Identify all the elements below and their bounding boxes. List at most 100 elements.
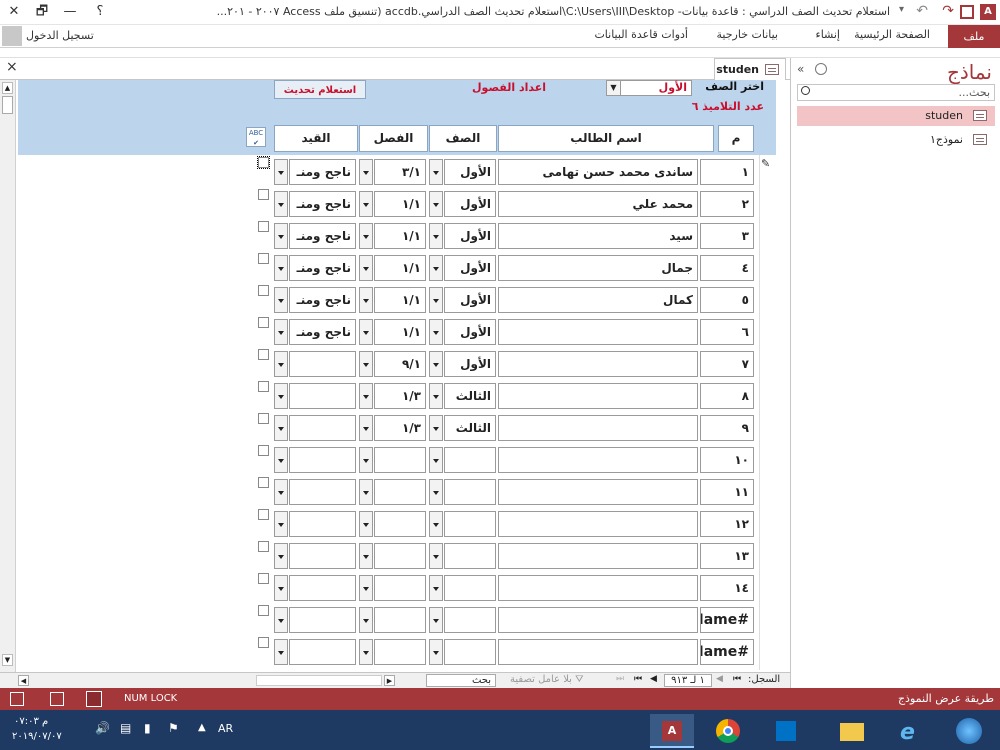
help-button[interactable]: ؟	[90, 3, 110, 21]
tab-external-data[interactable]: بيانات خارجية	[717, 28, 778, 41]
grade-combo[interactable]: الأول	[444, 319, 496, 345]
status-dropdown-icon[interactable]	[274, 575, 288, 601]
grade-dropdown-icon[interactable]	[429, 479, 443, 505]
pane-options-icon[interactable]	[815, 63, 827, 75]
grade-dropdown-icon[interactable]	[429, 575, 443, 601]
no-filter-indicator[interactable]: ⛛ بلا عامل تصفية	[510, 674, 584, 685]
section-dropdown-icon[interactable]	[359, 351, 373, 377]
input-language[interactable]: AR	[218, 722, 233, 735]
record-number-field[interactable]: ٦	[700, 319, 754, 345]
tab-database-tools[interactable]: أدوات قاعدة البيانات	[594, 28, 688, 41]
section-combo[interactable]: ١/١	[374, 191, 426, 217]
grade-dropdown-icon[interactable]	[429, 319, 443, 345]
grade-combo[interactable]: الأول	[444, 159, 496, 185]
student-name-field[interactable]	[498, 607, 698, 633]
row-checkbox[interactable]	[258, 253, 269, 264]
status-dropdown-icon[interactable]	[274, 639, 288, 665]
volume-icon[interactable]: 🔊	[95, 721, 110, 735]
status-dropdown-icon[interactable]	[274, 607, 288, 633]
nav-search-input[interactable]: بحث...	[797, 84, 995, 101]
grade-combo[interactable]: الأول	[444, 191, 496, 217]
tab-file[interactable]: ملف	[948, 25, 1000, 48]
status-dropdown-icon[interactable]	[274, 287, 288, 313]
grade-dropdown-icon[interactable]	[429, 415, 443, 441]
record-number-field[interactable]: ٣	[700, 223, 754, 249]
student-name-field[interactable]: ساندى محمد حسن تهامى	[498, 159, 698, 185]
section-combo[interactable]	[374, 511, 426, 537]
grade-combo[interactable]: الأول	[444, 287, 496, 313]
record-number-field[interactable]: ٨	[700, 383, 754, 409]
section-dropdown-icon[interactable]	[359, 223, 373, 249]
row-checkbox[interactable]	[258, 381, 269, 392]
status-dropdown-icon[interactable]	[274, 415, 288, 441]
row-checkbox[interactable]	[258, 317, 269, 328]
student-name-field[interactable]	[498, 319, 698, 345]
grade-combo[interactable]	[444, 607, 496, 633]
section-dropdown-icon[interactable]	[359, 415, 373, 441]
row-checkbox[interactable]	[258, 637, 269, 648]
grade-combo[interactable]: الثالث	[444, 383, 496, 409]
section-combo[interactable]	[374, 607, 426, 633]
save-icon[interactable]	[960, 5, 974, 19]
record-number-field[interactable]: ٩	[700, 415, 754, 441]
record-number-field[interactable]: ١	[700, 159, 754, 185]
status-combo[interactable]	[289, 415, 356, 441]
section-dropdown-icon[interactable]	[359, 447, 373, 473]
section-combo[interactable]: ١/٣	[374, 383, 426, 409]
row-checkbox[interactable]	[258, 413, 269, 424]
section-combo[interactable]: ١/١	[374, 223, 426, 249]
user-avatar-icon[interactable]	[2, 26, 22, 46]
section-dropdown-icon[interactable]	[359, 639, 373, 665]
grade-dropdown-icon[interactable]	[429, 255, 443, 281]
last-record-icon[interactable]: ⏮	[634, 674, 642, 684]
row-checkbox[interactable]	[258, 573, 269, 584]
status-dropdown-icon[interactable]	[274, 159, 288, 185]
grade-dropdown-icon[interactable]	[429, 607, 443, 633]
row-checkbox[interactable]	[257, 156, 270, 169]
section-combo[interactable]	[374, 479, 426, 505]
grade-dropdown-icon[interactable]	[429, 191, 443, 217]
grade-combo[interactable]	[444, 575, 496, 601]
vertical-scrollbar[interactable]: ▲ ▼	[0, 80, 16, 672]
status-combo[interactable]	[289, 351, 356, 377]
status-combo[interactable]	[289, 575, 356, 601]
status-dropdown-icon[interactable]	[274, 447, 288, 473]
student-name-field[interactable]	[498, 575, 698, 601]
row-checkbox[interactable]	[258, 445, 269, 456]
student-name-field[interactable]	[498, 543, 698, 569]
grade-combo[interactable]: الأول	[444, 255, 496, 281]
row-checkbox[interactable]	[258, 189, 269, 200]
grade-dropdown-icon[interactable]	[429, 639, 443, 665]
status-combo[interactable]: ناجح ومنـ	[289, 159, 356, 185]
tab-home[interactable]: الصفحة الرئيسية	[854, 28, 930, 41]
status-dropdown-icon[interactable]	[274, 479, 288, 505]
record-position-input[interactable]: ١ لـ ٩١٣	[664, 674, 712, 687]
grade-dropdown-icon[interactable]	[429, 383, 443, 409]
new-record-icon[interactable]: ⏭	[616, 674, 624, 684]
minimize-button[interactable]: —	[60, 3, 80, 21]
status-combo[interactable]: ناجح ومنـ	[289, 223, 356, 249]
section-dropdown-icon[interactable]	[359, 159, 373, 185]
access-app-icon[interactable]: A	[980, 4, 996, 20]
record-number-field[interactable]: ١٢	[700, 511, 754, 537]
choose-class-combo[interactable]: الأول ▼	[606, 80, 692, 96]
design-view-icon[interactable]	[10, 692, 24, 706]
redo-icon[interactable]: ↷	[942, 3, 954, 19]
status-dropdown-icon[interactable]	[274, 255, 288, 281]
student-name-field[interactable]: محمد علي	[498, 191, 698, 217]
section-combo[interactable]: ١/١	[374, 255, 426, 281]
section-dropdown-icon[interactable]	[359, 383, 373, 409]
grade-combo[interactable]: الثالث	[444, 415, 496, 441]
status-combo[interactable]	[289, 479, 356, 505]
battery-icon[interactable]: ▮	[144, 721, 151, 735]
status-combo[interactable]	[289, 639, 356, 665]
sign-in-link[interactable]: تسجيل الدخول	[26, 29, 94, 42]
form-view-icon[interactable]	[86, 691, 102, 707]
status-combo[interactable]: ناجح ومنـ	[289, 191, 356, 217]
record-number-field[interactable]: ١١	[700, 479, 754, 505]
status-dropdown-icon[interactable]	[274, 543, 288, 569]
flag-icon[interactable]: ⚑	[168, 721, 179, 735]
record-number-field[interactable]: #Name?	[700, 607, 754, 633]
status-combo[interactable]	[289, 607, 356, 633]
section-combo[interactable]: ١/٣	[374, 415, 426, 441]
